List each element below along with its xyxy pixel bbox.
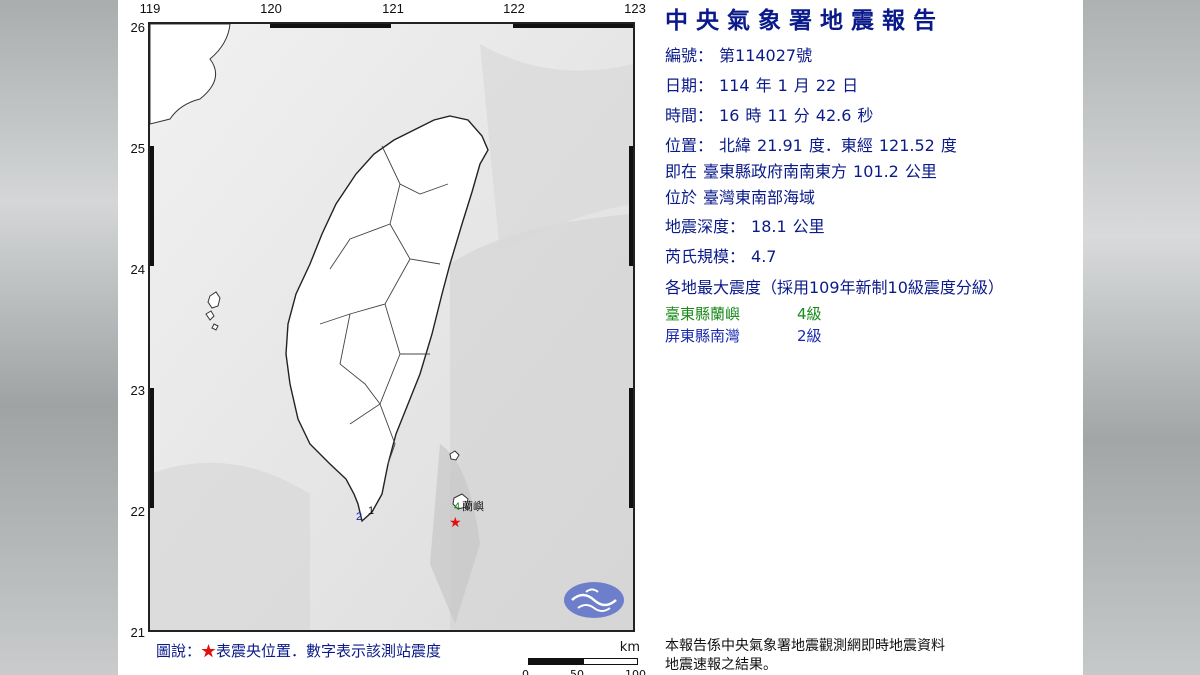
report-footer: 本報告係中央氣象署地震觀測網即時地震資料 地震速報之結果。 [665,637,945,675]
report-relative-location: 即在 臺東縣政府南南東方 101.2 公里 [665,158,943,182]
date-label: 日期： [665,76,714,95]
time-second: 42.6 [815,106,852,125]
earthquake-report: 119 120 121 122 123 26 25 24 23 22 21 4 … [118,0,1083,675]
station-level: 2級 [797,327,822,345]
lat-tick-label: 23 [130,383,145,398]
time-unit: 時 [745,106,762,125]
lon-value: 121.52 [878,136,935,155]
report-time: 時間： 16 時 11 分 42.6 秒 [665,102,879,126]
scale-bar-graphic [528,658,638,665]
map-frame-tick [513,24,633,28]
station-marker-other: 1 [368,505,374,517]
relative-distance: 101.2 [853,162,899,181]
map-frame-tick [629,388,633,508]
date-year: 114 [719,76,750,95]
relative-prefix: 即在 [665,162,698,181]
magnitude-value: 4.7 [751,247,777,266]
lon-tick-label: 119 [139,1,161,16]
background-left-blur [0,0,118,675]
lat-prefix: 北緯 [719,136,752,155]
background-right-blur [1083,0,1200,675]
scale-tick: 100 [625,668,646,675]
location-label: 位置： [665,136,714,155]
relative-text: 臺東縣政府南南東方 [703,162,848,181]
region-prefix: 位於 [665,188,698,207]
lon-tick-label: 120 [260,1,282,16]
station-level: 4級 [797,305,822,323]
map-frame-tick [150,388,154,508]
report-title: 中央氣象署地震報告 [665,8,944,34]
station-row: 臺東縣蘭嶼 4級 [665,303,822,324]
relief-map-svg: 4 蘭嶼 2 1 ★ [150,24,633,630]
number-value: 第114027號 [719,46,813,65]
epicenter-map: 4 蘭嶼 2 1 ★ [148,22,635,632]
station-marker-nanwan: 2 [356,511,362,523]
time-minute: 11 [767,106,788,125]
scale-tick: 0 [522,668,529,675]
number-label: 編號： [665,46,714,65]
lat-tick-label: 26 [130,20,145,35]
epicenter-star-icon: ★ [449,515,462,531]
report-location: 位置： 北緯 21.91 度．東經 121.52 度 [665,132,963,156]
relative-unit: 公里 [904,162,937,181]
date-day: 22 [815,76,837,95]
lon-tick-label: 121 [382,1,404,16]
map-frame-tick [150,146,154,266]
station-name: 臺東縣蘭嶼 [665,305,741,323]
report-magnitude: 芮氏規模： 4.7 [665,243,782,267]
scale-unit: km [619,640,640,655]
scale-bar: km 0 50 100 [522,640,646,675]
map-frame-tick [270,24,391,28]
lat-tick-label: 25 [130,141,145,156]
magnitude-label: 芮氏規模： [665,247,746,266]
date-unit: 月 [793,76,810,95]
place-label-lanyu: 蘭嶼 [462,499,484,513]
time-unit: 分 [793,106,810,125]
station-row: 屏東縣南灣 2級 [665,325,822,346]
depth-value: 18.1 [751,217,787,236]
lat-value: 21.91 [757,136,803,155]
depth-label: 地震深度： [665,217,746,236]
scale-ticks: 0 50 100 [522,668,646,675]
cwa-logo-icon [564,582,624,618]
seafloor-relief [450,214,633,630]
lon-tick-label: 122 [503,1,525,16]
region-text: 臺灣東南部海域 [703,188,816,207]
scale-tick: 50 [570,668,584,675]
map-legend: 圖說：★表震央位置．數字表示該測站震度 [156,640,441,661]
legend-text: 表震央位置．數字表示該測站震度 [216,643,442,660]
lat-tick-label: 22 [130,504,145,519]
time-label: 時間： [665,106,714,125]
lat-tick-label: 24 [130,262,145,277]
seafloor-relief [150,462,310,630]
time-unit: 秒 [857,106,874,125]
report-region: 位於 臺灣東南部海域 [665,184,821,208]
map-frame-tick [629,146,633,266]
date-unit: 年 [755,76,772,95]
report-number: 編號： 第114027號 [665,42,818,66]
date-unit: 日 [842,76,859,95]
depth-unit: 公里 [792,217,825,236]
footer-line: 本報告係中央氣象署地震觀測網即時地震資料 [665,638,945,654]
lon-unit: 度 [940,136,957,155]
lat-unit: 度．東經 [808,136,873,155]
report-depth: 地震深度： 18.1 公里 [665,213,831,237]
legend-star-icon: ★ [201,643,217,660]
station-marker-lanyu: 4 [454,501,460,513]
time-hour: 16 [719,106,740,125]
intensity-header: 各地最大震度（採用109年新制10級震度分級） [665,278,1004,297]
legend-prefix: 圖說： [156,643,202,660]
footer-line: 地震速報之結果。 [665,657,777,673]
lat-tick-label: 21 [130,625,145,640]
date-month: 1 [777,76,788,95]
report-date: 日期： 114 年 1 月 22 日 [665,72,864,96]
lon-tick-label: 123 [624,1,646,16]
station-name: 屏東縣南灣 [665,327,741,345]
